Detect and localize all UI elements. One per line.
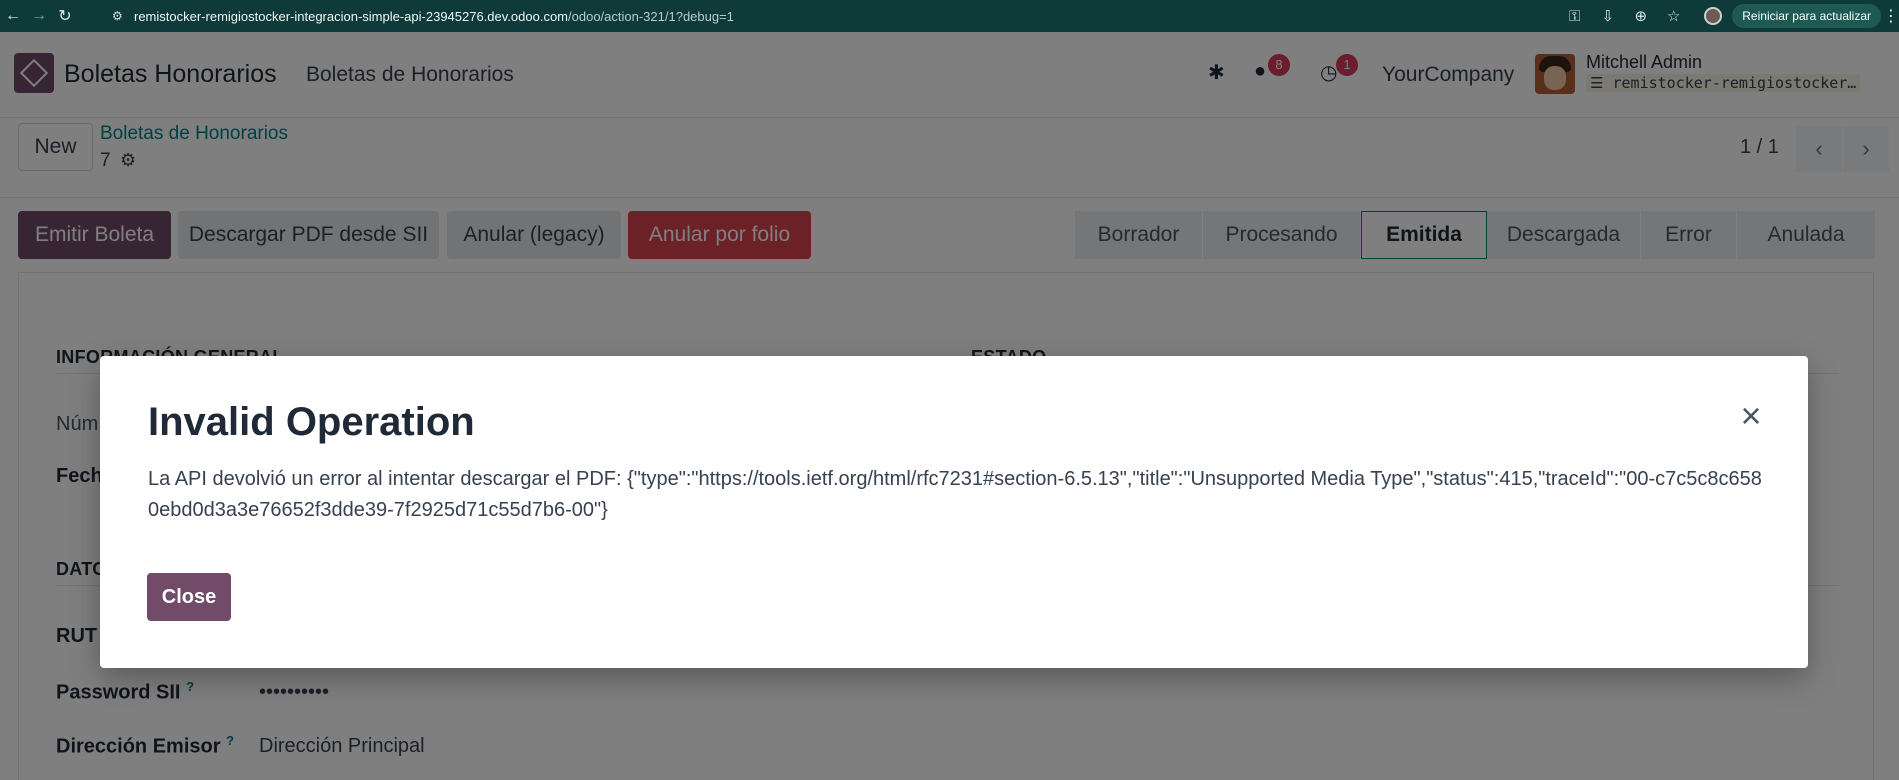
error-dialog: Invalid Operation × La API devolvió un e… [100, 356, 1808, 668]
reload-icon[interactable]: ↻ [52, 0, 78, 32]
zoom-icon[interactable]: ⊕ [1624, 7, 1657, 25]
forward-arrow-icon[interactable]: → [26, 0, 52, 32]
dialog-title: Invalid Operation [148, 400, 475, 444]
profile-avatar[interactable] [1704, 7, 1723, 25]
close-button[interactable]: Close [147, 573, 231, 621]
browser-actions: ⚿ ⇩ ⊕ ☆ Reiniciar para actualizar ⋮ [1558, 0, 1899, 32]
install-app-icon[interactable]: ⇩ [1591, 7, 1624, 25]
browser-toolbar: ← → ↻ ⚙ remistocker-remigiostocker-integ… [0, 0, 1899, 32]
url-host: remistocker-remigiostocker-integracion-s… [134, 8, 569, 24]
site-settings-icon[interactable]: ⚙ [112, 9, 134, 23]
url-path: /odoo/action-321/1?debug=1 [568, 8, 734, 24]
bookmark-star-icon[interactable]: ☆ [1657, 7, 1690, 25]
update-button[interactable]: Reiniciar para actualizar [1732, 4, 1881, 28]
browser-menu-icon[interactable]: ⋮ [1883, 6, 1899, 26]
address-bar[interactable]: ⚙ remistocker-remigiostocker-integracion… [112, 4, 1542, 28]
close-icon[interactable]: × [1736, 398, 1766, 434]
back-arrow-icon[interactable]: ← [0, 0, 26, 32]
password-key-icon[interactable]: ⚿ [1558, 8, 1591, 25]
dialog-message: La API devolvió un error al intentar des… [148, 468, 1762, 521]
